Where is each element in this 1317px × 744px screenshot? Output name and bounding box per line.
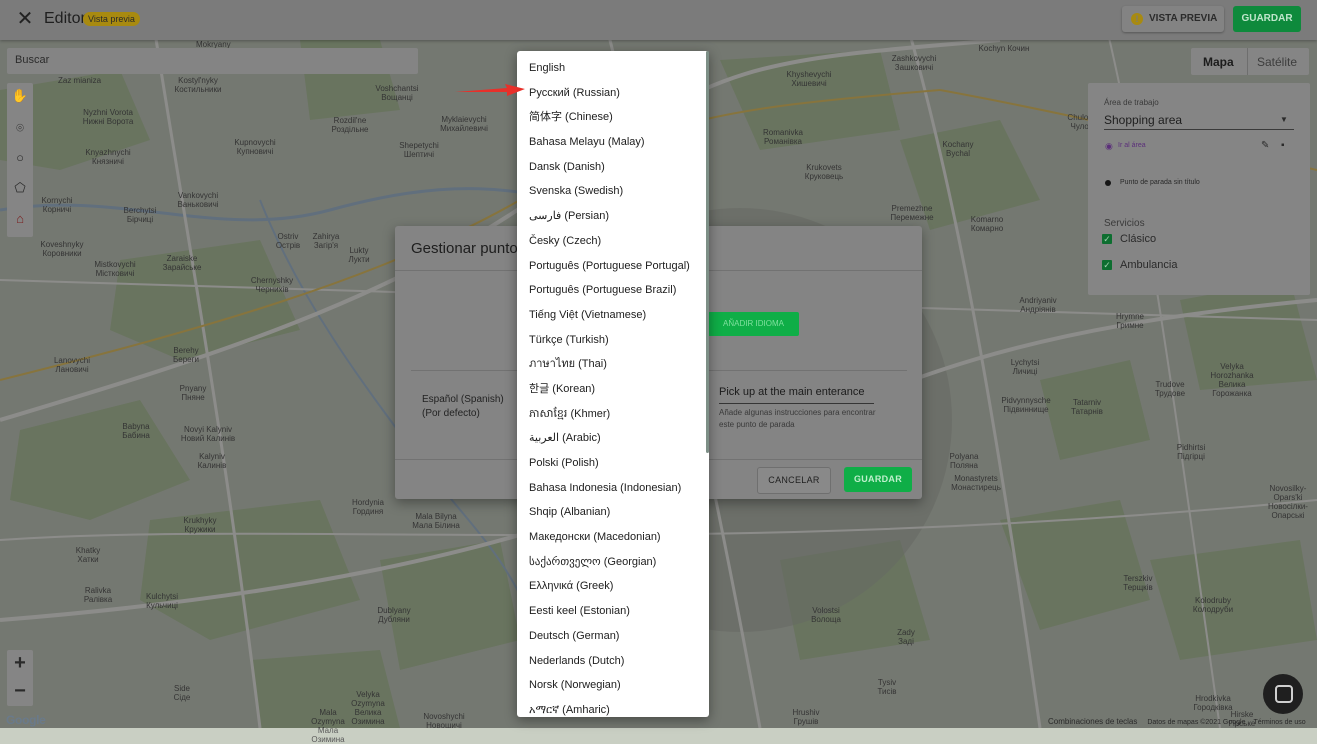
workspace-label: Área de trabajo	[1104, 98, 1159, 107]
edit-icon[interactable]: ✎	[1261, 140, 1269, 151]
chevron-down-icon[interactable]: ▼	[1280, 115, 1288, 124]
zoom-control: + −	[7, 650, 33, 706]
map-type-control: Mapa Satélite	[1191, 48, 1309, 75]
divider	[1247, 48, 1248, 75]
instruction-value: Pick up at the main enterance	[719, 386, 865, 398]
language-name: Español (Spanish) (Por defecto)	[422, 393, 504, 421]
language-option[interactable]: Shqip (Albanian)	[517, 500, 709, 525]
map-footer: Combinaciones de teclas Datos de mapas ©…	[1048, 717, 1306, 726]
dialog-save-button[interactable]: GUARDAR	[844, 467, 912, 492]
language-option[interactable]: አማርኛ (Amharic)	[517, 698, 709, 717]
save-button[interactable]: GUARDAR	[1233, 6, 1301, 32]
language-option[interactable]: Bahasa Indonesia (Indonesian)	[517, 476, 709, 501]
top-bar: ✕ Editor Vista previa ! VISTA PREVIA GUA…	[0, 0, 1317, 40]
language-option[interactable]: Türkçe (Turkish)	[517, 328, 709, 353]
stop-dot-icon	[1105, 180, 1111, 186]
keyboard-shortcuts-link[interactable]: Combinaciones de teclas	[1048, 717, 1137, 726]
language-option[interactable]: ភាសាខ្មែរ (Khmer)	[517, 402, 709, 427]
service-label: Clásico	[1120, 233, 1157, 245]
marker-icon[interactable]: ⌾	[10, 118, 30, 138]
goto-area-link[interactable]: Ir al área	[1118, 142, 1146, 149]
instruction-field[interactable]: Pick up at the main enterance	[719, 383, 874, 404]
delete-icon[interactable]: ▪	[1281, 140, 1285, 151]
map-type-satellite[interactable]: Satélite	[1257, 55, 1297, 69]
circle-icon[interactable]: ○	[10, 148, 30, 168]
language-option[interactable]: فارسی (Persian)	[517, 204, 709, 229]
pointer-arrow-icon	[455, 84, 525, 96]
info-icon: !	[1131, 13, 1143, 25]
default-label: (Por defecto)	[422, 408, 480, 419]
map-type-map[interactable]: Mapa	[1203, 55, 1234, 69]
instruction-hint: Añade algunas instrucciones para encontr…	[719, 408, 876, 429]
search-input[interactable]: Buscar	[7, 48, 418, 74]
zoom-in-button[interactable]: +	[7, 650, 33, 676]
language-option[interactable]: Svenska (Swedish)	[517, 179, 709, 204]
language-option[interactable]: Tiếng Việt (Vietnamese)	[517, 303, 709, 328]
cancel-button[interactable]: CANCELAR	[757, 467, 831, 494]
target-icon: ◉	[1105, 141, 1113, 151]
language-option[interactable]: Česky (Czech)	[517, 229, 709, 254]
language-option[interactable]: Русский (Russian)	[517, 81, 709, 106]
language-dropdown: English Русский (Russian) 简体字 (Chinese) Bah…	[517, 51, 709, 717]
language-option[interactable]: Bahasa Melayu (Malay)	[517, 130, 709, 155]
hand-icon[interactable]: ✋	[10, 86, 30, 106]
language-option[interactable]: English	[517, 56, 709, 81]
terms-link[interactable]: Términos de uso	[1253, 719, 1305, 726]
polygon-icon[interactable]: ⬠	[10, 178, 30, 198]
close-icon[interactable]: ✕	[14, 8, 36, 30]
language-option[interactable]: 한글 (Korean)	[517, 377, 709, 402]
checkbox-icon[interactable]: ✓	[1102, 234, 1112, 244]
language-option[interactable]: ภาษาไทย (Thai)	[517, 352, 709, 377]
preview-button-label: VISTA PREVIA	[1149, 13, 1218, 24]
language-option[interactable]: Polski (Polish)	[517, 451, 709, 476]
dialog-title: Gestionar punto	[411, 240, 518, 257]
language-option[interactable]: Norsk (Norwegian)	[517, 673, 709, 698]
language-option[interactable]: Ελληνικά (Greek)	[517, 574, 709, 599]
search-placeholder: Buscar	[15, 54, 50, 66]
stop-label[interactable]: Punto de parada sin título	[1120, 179, 1200, 186]
language-option[interactable]: Nederlands (Dutch)	[517, 649, 709, 674]
services-label: Servicios	[1104, 218, 1145, 229]
workspace-panel: Área de trabajo Shopping area ▼ ◉ Ir al …	[1088, 83, 1310, 295]
language-option[interactable]: Português (Portuguese Portugal)	[517, 254, 709, 279]
dropdown-scrollbar[interactable]	[706, 51, 709, 453]
map-data-credit: Datos de mapas ©2021 Google	[1147, 719, 1246, 726]
language-option[interactable]: Македонски (Macedonian)	[517, 525, 709, 550]
language-option[interactable]: Português (Portuguese Brazil)	[517, 278, 709, 303]
select-underline	[1104, 129, 1294, 130]
service-label: Ambulancia	[1120, 259, 1178, 271]
preview-button[interactable]: ! VISTA PREVIA	[1122, 6, 1224, 32]
chat-icon[interactable]	[1263, 674, 1303, 714]
google-logo: Google	[6, 713, 46, 727]
language-option[interactable]: العربية (Arabic)	[517, 426, 709, 451]
editor-title: Editor	[44, 10, 86, 27]
zoom-out-button[interactable]: −	[7, 678, 33, 704]
drawing-toolbar: ✋ ⌾ ○ ⬠ ⌂	[7, 83, 33, 237]
add-language-button[interactable]: AÑADIR IDIOMA	[708, 312, 799, 336]
language-option[interactable]: Eesti keel (Estonian)	[517, 599, 709, 624]
location-add-icon[interactable]: ⌂	[10, 209, 30, 229]
checkbox-icon[interactable]: ✓	[1102, 260, 1112, 270]
workspace-select[interactable]: Shopping area	[1104, 113, 1182, 127]
language-label: Español (Spanish)	[422, 394, 504, 405]
language-list: English Русский (Russian) 简体字 (Chinese) Bah…	[517, 51, 709, 717]
preview-badge: Vista previa	[83, 12, 140, 26]
language-option[interactable]: 简体字 (Chinese)	[517, 105, 709, 130]
language-option[interactable]: საქართველო (Georgian)	[517, 550, 709, 575]
language-option[interactable]: Dansk (Danish)	[517, 155, 709, 180]
language-option[interactable]: Deutsch (German)	[517, 624, 709, 649]
